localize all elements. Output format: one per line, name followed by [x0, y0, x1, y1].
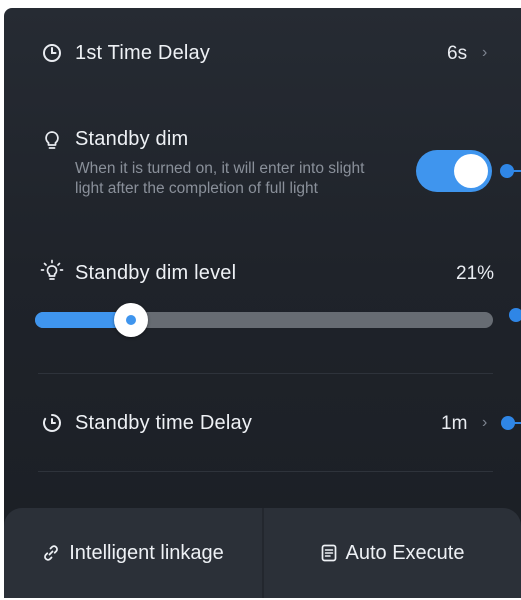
- bright-bulb-icon: [40, 259, 64, 280]
- chevron-right-icon: ›: [482, 44, 488, 61]
- standby-time-delay-row[interactable]: Standby time Delay 1m ›: [4, 378, 521, 468]
- settings-panel: 1st Time Delay 6s › Standby dim When it …: [4, 8, 521, 598]
- document-icon: [321, 544, 336, 562]
- standby-dim-toggle[interactable]: [416, 150, 492, 192]
- standby-dim-description: When it is turned on, it will enter into…: [75, 160, 365, 197]
- edge-marker-line: [513, 422, 521, 424]
- divider: [38, 471, 493, 472]
- standby-dim-level-value: 21%: [456, 263, 495, 284]
- first-time-delay-value: 6s: [447, 43, 468, 64]
- first-time-delay-row[interactable]: 1st Time Delay 6s ›: [4, 8, 521, 98]
- auto-execute-label: Auto Execute: [345, 541, 465, 564]
- link-icon: [44, 545, 59, 561]
- standby-dim-label: Standby dim: [75, 128, 189, 150]
- lightbulb-icon: [45, 131, 59, 149]
- standby-time-delay-value: 1m: [441, 413, 468, 434]
- slider-thumb[interactable]: [114, 303, 149, 337]
- first-time-delay-label: 1st Time Delay: [75, 42, 211, 64]
- toggle-knob: [454, 154, 488, 188]
- standby-time-delay-label: Standby time Delay: [75, 412, 253, 434]
- edge-marker: [509, 308, 521, 322]
- standby-dim-level-slider[interactable]: [35, 303, 493, 337]
- chevron-right-icon: ›: [482, 414, 488, 431]
- intelligent-linkage-button[interactable]: Intelligent linkage: [4, 508, 262, 598]
- intelligent-linkage-label: Intelligent linkage: [69, 541, 224, 564]
- clock-icon: [43, 44, 61, 62]
- timer-icon: [43, 414, 61, 432]
- standby-dim-level-label: Standby dim level: [75, 262, 237, 284]
- auto-execute-button[interactable]: Auto Execute: [264, 508, 521, 598]
- divider: [38, 373, 493, 374]
- edge-marker-line: [512, 170, 521, 172]
